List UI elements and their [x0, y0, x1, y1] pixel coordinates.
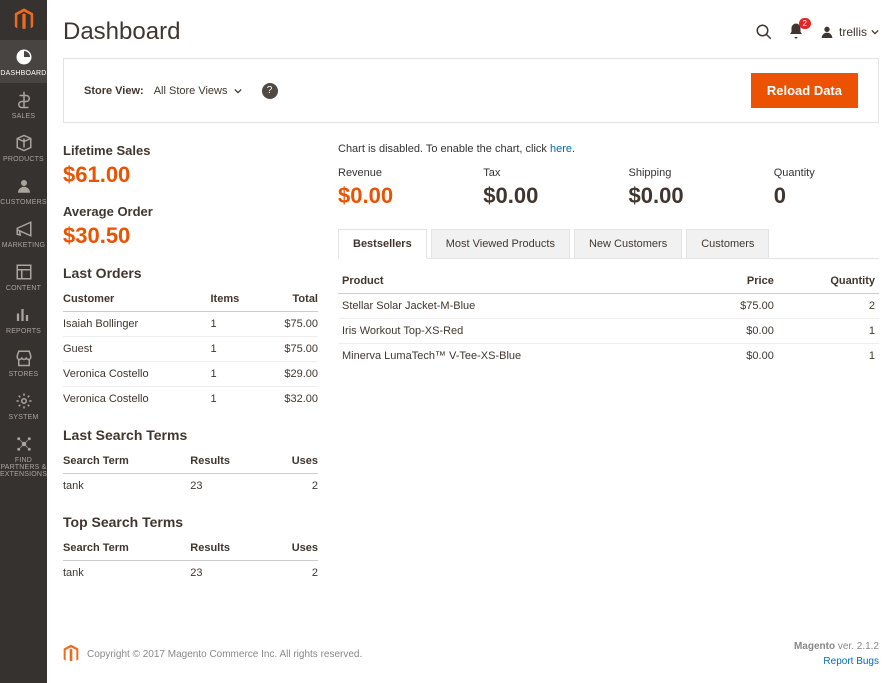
nav-reports[interactable]: REPORTS — [0, 298, 47, 341]
lifetime-sales-metric: Lifetime Sales $61.00 — [63, 143, 318, 188]
col-customer: Customer — [63, 287, 210, 312]
kpi-tax: Tax $0.00 — [483, 167, 588, 209]
page-header: Dashboard 2 trellis — [63, 0, 879, 58]
col-uses: Uses — [267, 536, 318, 561]
page-footer: Copyright © 2017 Magento Commerce Inc. A… — [63, 625, 879, 683]
table-row[interactable]: Guest1$75.00 — [63, 337, 318, 362]
tab-most-viewed[interactable]: Most Viewed Products — [431, 229, 570, 258]
help-icon[interactable]: ? — [262, 83, 278, 99]
col-total: Total — [260, 287, 318, 312]
last-search-title: Last Search Terms — [63, 427, 318, 443]
kpi-shipping: Shipping $0.00 — [629, 167, 734, 209]
col-product: Product — [338, 269, 698, 294]
nav-label: CONTENT — [6, 285, 41, 292]
nav-label: MARKETING — [2, 242, 45, 249]
col-results: Results — [190, 536, 267, 561]
table-row[interactable]: Isaiah Bollinger1$75.00 — [63, 312, 318, 337]
dashboard-right-column: Chart is disabled. To enable the chart, … — [338, 143, 879, 585]
notif-badge: 2 — [799, 18, 811, 29]
admin-sidebar: DASHBOARD SALES PRODUCTS CUSTOMERS MARKE… — [0, 0, 47, 683]
nav-label: SALES — [12, 113, 36, 120]
table-row[interactable]: tank232 — [63, 474, 318, 499]
toolbar: Store View: All Store Views ? Reload Dat… — [63, 58, 879, 123]
report-bugs-link[interactable]: Report Bugs — [823, 656, 879, 667]
nav-label: PRODUCTS — [3, 156, 44, 163]
user-menu[interactable]: trellis — [819, 24, 879, 40]
nav-content[interactable]: CONTENT — [0, 255, 47, 298]
chart-disabled-message: Chart is disabled. To enable the chart, … — [338, 143, 879, 155]
nav-sales[interactable]: SALES — [0, 83, 47, 126]
nav-system[interactable]: SYSTEM — [0, 384, 47, 427]
notifications-icon[interactable]: 2 — [787, 22, 805, 43]
nav-stores[interactable]: STORES — [0, 341, 47, 384]
nav-marketing[interactable]: MARKETING — [0, 212, 47, 255]
tab-new-customers[interactable]: New Customers — [574, 229, 682, 258]
last-orders-table: Customer Items Total Isaiah Bollinger1$7… — [63, 287, 318, 411]
metric-value: $61.00 — [63, 162, 318, 188]
col-qty: Quantity — [778, 269, 879, 294]
table-row[interactable]: Stellar Solar Jacket-M-Blue$75.002 — [338, 294, 879, 319]
username: trellis — [839, 25, 867, 39]
chevron-down-icon — [234, 87, 242, 95]
magento-logo[interactable] — [0, 0, 47, 40]
col-price: Price — [698, 269, 778, 294]
page-title: Dashboard — [63, 18, 180, 46]
chevron-down-icon — [871, 28, 879, 36]
metric-title: Average Order — [63, 204, 318, 219]
average-order-metric: Average Order $30.50 — [63, 204, 318, 249]
metric-value: $30.50 — [63, 223, 318, 249]
header-actions: 2 trellis — [755, 22, 879, 43]
tab-customers[interactable]: Customers — [686, 229, 769, 258]
search-icon[interactable] — [755, 23, 773, 41]
dashboard-left-column: Lifetime Sales $61.00 Average Order $30.… — [63, 143, 318, 585]
col-term: Search Term — [63, 449, 190, 474]
main-content: Dashboard 2 trellis Store View: All Stor… — [47, 0, 895, 683]
nav-label: CUSTOMERS — [0, 199, 46, 206]
store-view-select[interactable]: All Store Views — [154, 85, 242, 97]
nav-label: FIND PARTNERS & EXTENSIONS — [0, 457, 47, 478]
table-row[interactable]: Veronica Costello1$32.00 — [63, 387, 318, 412]
last-orders-title: Last Orders — [63, 265, 318, 281]
table-row[interactable]: Minerva LumaTech™ V-Tee-XS-Blue$0.001 — [338, 344, 879, 369]
dashboard-tabs: Bestsellers Most Viewed Products New Cus… — [338, 229, 879, 259]
store-view-value: All Store Views — [154, 85, 228, 97]
enable-chart-link[interactable]: here — [550, 143, 572, 155]
table-row[interactable]: tank232 — [63, 561, 318, 586]
kpi-revenue: Revenue $0.00 — [338, 167, 443, 209]
col-results: Results — [190, 449, 267, 474]
nav-label: STORES — [9, 371, 39, 378]
col-items: Items — [210, 287, 260, 312]
kpi-quantity: Quantity 0 — [774, 167, 879, 209]
metric-title: Lifetime Sales — [63, 143, 318, 158]
nav-products[interactable]: PRODUCTS — [0, 126, 47, 169]
store-view-label: Store View: — [84, 85, 144, 97]
nav-label: DASHBOARD — [0, 70, 46, 77]
reload-data-button[interactable]: Reload Data — [751, 73, 858, 108]
top-search-table: Search Term Results Uses tank232 — [63, 536, 318, 585]
nav-label: REPORTS — [6, 328, 41, 335]
store-view-switcher: Store View: All Store Views ? — [84, 83, 278, 99]
table-row[interactable]: Iris Workout Top-XS-Red$0.001 — [338, 319, 879, 344]
table-row[interactable]: Veronica Costello1$29.00 — [63, 362, 318, 387]
tab-bestsellers[interactable]: Bestsellers — [338, 229, 427, 259]
kpi-row: Revenue $0.00 Tax $0.00 Shipping $0.00 Q… — [338, 167, 879, 209]
last-search-table: Search Term Results Uses tank232 — [63, 449, 318, 498]
nav-partners[interactable]: FIND PARTNERS & EXTENSIONS — [0, 427, 47, 484]
col-term: Search Term — [63, 536, 190, 561]
nav-customers[interactable]: CUSTOMERS — [0, 169, 47, 212]
top-search-title: Top Search Terms — [63, 514, 318, 530]
bestsellers-panel: Product Price Quantity Stellar Solar Jac… — [338, 259, 879, 368]
copyright-text: Copyright © 2017 Magento Commerce Inc. A… — [87, 649, 362, 660]
magento-logo-icon — [63, 644, 79, 664]
nav-label: SYSTEM — [9, 414, 39, 421]
col-uses: Uses — [267, 449, 318, 474]
nav-dashboard[interactable]: DASHBOARD — [0, 40, 47, 83]
bestsellers-table: Product Price Quantity Stellar Solar Jac… — [338, 269, 879, 368]
